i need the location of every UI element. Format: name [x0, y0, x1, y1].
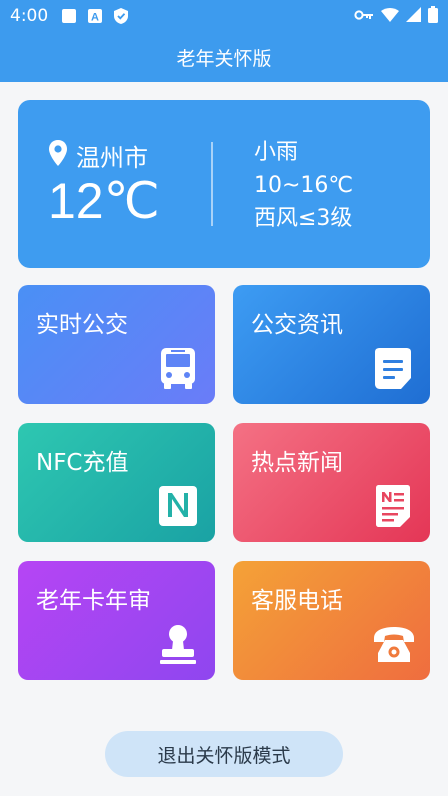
tile-senior-card-review[interactable]: 老年卡年审	[18, 561, 215, 680]
tile-realtime-bus[interactable]: 实时公交	[18, 285, 215, 404]
location-pin-icon	[48, 139, 68, 173]
document-icon	[372, 346, 414, 390]
temperature-range: 10~16℃	[254, 173, 354, 198]
page-title: 老年关怀版	[176, 47, 272, 70]
weather-details: 小雨 10~16℃ 西风≤3级	[254, 136, 353, 235]
svg-text:A: A	[91, 12, 99, 24]
wind-info: 西风≤3级	[254, 206, 353, 231]
app-bar: 老年关怀版	[0, 32, 448, 82]
current-temperature: 12℃	[48, 173, 160, 229]
status-time: 4:00	[10, 6, 49, 26]
weather-location: 温州市	[48, 138, 148, 173]
telephone-icon	[372, 622, 414, 666]
news-icon	[372, 484, 414, 528]
weather-divider	[211, 142, 213, 226]
tile-hot-news[interactable]: 热点新闻	[233, 423, 430, 542]
tile-label: 实时公交	[36, 312, 128, 338]
a-icon: A	[86, 7, 104, 25]
tile-label: NFC充值	[36, 450, 129, 476]
tile-label: 客服电话	[251, 588, 343, 614]
shield-icon	[112, 7, 130, 25]
key-icon	[354, 7, 374, 26]
battery-icon	[428, 5, 438, 27]
exit-care-mode-button[interactable]: 退出关怀版模式	[105, 731, 343, 777]
tile-customer-service[interactable]: 客服电话	[233, 561, 430, 680]
status-right	[354, 5, 438, 27]
wifi-icon	[381, 7, 399, 26]
tile-bus-news[interactable]: 公交资讯	[233, 285, 430, 404]
bus-icon	[157, 346, 199, 390]
tile-label: 热点新闻	[251, 450, 343, 476]
tile-label: 公交资讯	[251, 312, 343, 338]
weather-condition: 小雨	[254, 140, 299, 165]
tile-nfc-recharge[interactable]: NFC充值	[18, 423, 215, 542]
status-bar: 4:00 A	[0, 0, 448, 32]
square-icon	[60, 7, 78, 25]
nfc-icon	[157, 484, 199, 528]
exit-care-mode-label: 退出关怀版模式	[157, 744, 291, 767]
stamp-icon	[157, 622, 199, 666]
signal-icon	[406, 6, 421, 26]
tile-label: 老年卡年审	[36, 588, 151, 614]
city-name: 温州市	[76, 144, 148, 172]
weather-card: 温州市 12℃ 小雨 10~16℃ 西风≤3级	[18, 100, 430, 268]
